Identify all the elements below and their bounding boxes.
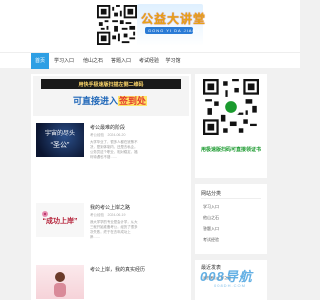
nav-item-answer-entry[interactable]: 答题入口 bbox=[110, 53, 132, 69]
site-title: 公益大讲堂 bbox=[141, 12, 207, 26]
divider bbox=[201, 198, 261, 199]
page: 公益大讲堂 GONG YI DA JIANG TANG 首页 学习入口 他山之石… bbox=[0, 0, 300, 300]
sidebar-qr-code bbox=[203, 79, 259, 135]
promo-banner-main-text: 可直接进入 bbox=[73, 96, 119, 106]
sidebar-category-item[interactable]: 他山之石 bbox=[203, 215, 219, 221]
article-item: 宇宙的尽头 “圣公” 考公最难的阶段 考公经验 2024-06-20 大学毕业了… bbox=[33, 120, 189, 184]
promo-banner-highlight: 签到处 bbox=[118, 96, 148, 106]
sidebar-qr-caption: 用极速版扫码可直接领证书 bbox=[200, 147, 261, 153]
article-meta: 考公经验 2024-06-20 bbox=[90, 133, 126, 137]
nav-item-study-entry[interactable]: 学习入口 bbox=[53, 53, 75, 69]
article-thumbnail[interactable]: “成功上岸” bbox=[36, 203, 84, 237]
person-icon bbox=[54, 272, 66, 297]
watermark-url: 008DH.COM bbox=[214, 283, 246, 288]
main-nav: 首页 学习入口 他山之石 答题入口 考试经验 学习馆 bbox=[0, 52, 300, 69]
thumbnail-caption-top: 宇宙的尽头 bbox=[44, 131, 75, 137]
header-qr-code bbox=[97, 4, 137, 46]
sidebar-category-item[interactable]: 学习入口 bbox=[203, 204, 219, 210]
nav-item-home[interactable]: 首页 bbox=[31, 53, 49, 69]
sidebar-category-item[interactable]: 考试经验 bbox=[203, 237, 219, 243]
article-excerpt: 我大学学的专业是会计学，从大三就开始准备考公，经历了很多次失败，终于在去年成功上… bbox=[90, 220, 138, 239]
nav-item-exam-experience[interactable]: 考试经验 bbox=[138, 53, 160, 69]
article-title[interactable]: 考公上岸，我的真实经历 bbox=[90, 266, 145, 273]
promo-banner[interactable]: 用快手极速版扫描左侧二维码 可直接进入签到处 bbox=[33, 76, 189, 116]
thumbnail-caption: “成功上岸” bbox=[42, 218, 78, 225]
site-logo[interactable]: 公益大讲堂 GONG YI DA JIANG TANG bbox=[137, 4, 216, 46]
sidebar-category-item[interactable]: 答题入口 bbox=[203, 226, 219, 232]
nav-item-others[interactable]: 他山之石 bbox=[82, 53, 104, 69]
article-item: “成功上岸” 我的考公上岸之路 考公经验 2024-06-19 我大学学的专业是… bbox=[33, 200, 189, 264]
sidebar-categories: 网站分类 学习入口 他山之石 答题入口 考试经验 bbox=[195, 184, 267, 254]
site-header: 公益大讲堂 GONG YI DA JIANG TANG bbox=[0, 0, 300, 52]
sidebar-categories-title: 网站分类 bbox=[201, 191, 222, 197]
article-thumbnail[interactable]: 宇宙的尽头 “圣公” bbox=[36, 123, 84, 157]
article-excerpt: 大学毕业了，很多人都在犹豫不决，是到体制内，还是去私企。公务员这个职业，相对稳定… bbox=[90, 140, 138, 159]
article-title[interactable]: 考公最难的阶段 bbox=[90, 124, 125, 131]
sidebar-qr-widget: 用极速版扫码可直接领证书 bbox=[195, 74, 267, 178]
site-subtitle: GONG YI DA JIANG TANG bbox=[148, 28, 218, 33]
promo-banner-header: 用快手极速版扫描左侧二维码 bbox=[41, 79, 181, 89]
promo-banner-main: 可直接进入签到处 bbox=[73, 94, 148, 107]
promo-banner-top-text: 用快手极速版扫描左侧二维码 bbox=[78, 82, 144, 88]
article-meta: 考公经验 2024-06-19 bbox=[90, 213, 126, 217]
thumbnail-caption: “圣公” bbox=[50, 142, 70, 149]
article-item: 考公上岸，我的真实经历 bbox=[33, 262, 189, 300]
article-thumbnail[interactable] bbox=[36, 265, 84, 299]
article-title[interactable]: 我的考公上岸之路 bbox=[90, 204, 130, 211]
nav-item-study-hall[interactable]: 学习馆 bbox=[164, 53, 182, 69]
